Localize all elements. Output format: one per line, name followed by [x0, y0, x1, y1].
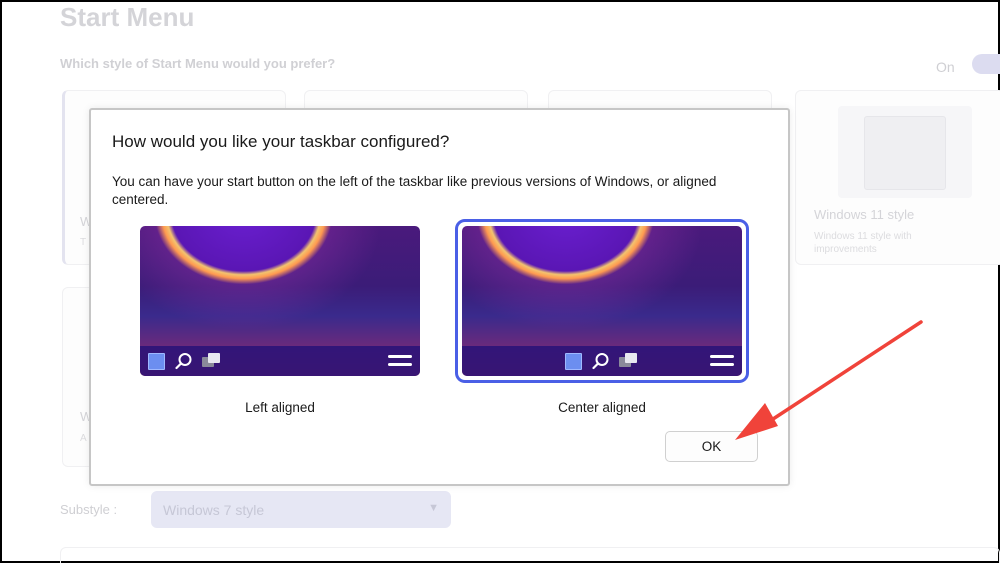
style-card-1-sub: T	[80, 237, 87, 248]
toggle-switch[interactable]	[972, 54, 1000, 74]
substyle-label: Substyle :	[60, 502, 118, 517]
bottom-card	[60, 547, 1000, 563]
taskbar-config-dialog: How would you like your taskbar configur…	[89, 108, 790, 486]
toggle-label: On	[936, 59, 955, 75]
style-card-4-sub: A	[80, 433, 87, 444]
page-title: Start Menu	[60, 2, 195, 32]
menu-icon	[710, 355, 734, 367]
w11-thumbnail-inner	[864, 116, 946, 190]
substyle-select[interactable]: Windows 7 style ▼	[151, 491, 451, 528]
ok-button[interactable]: OK	[665, 431, 758, 462]
task-view-icon	[202, 353, 222, 369]
substyle-value: Windows 7 style	[163, 502, 265, 518]
preview-taskbar-center	[462, 346, 742, 376]
start-icon	[565, 353, 582, 370]
style-question: Which style of Start Menu would you pref…	[60, 56, 336, 71]
center-aligned-preview[interactable]	[462, 226, 742, 376]
dialog-description: You can have your start button on the le…	[112, 174, 717, 207]
w11-card-title: Windows 11 style	[814, 207, 915, 222]
preview-taskbar	[140, 346, 420, 376]
task-view-icon	[619, 353, 639, 369]
left-aligned-preview[interactable]	[140, 226, 420, 376]
center-aligned-label: Center aligned	[558, 400, 646, 415]
search-icon	[175, 353, 192, 370]
left-aligned-label: Left aligned	[245, 400, 315, 415]
start-icon	[148, 353, 165, 370]
dialog-title: How would you like your taskbar configur…	[112, 132, 450, 151]
chevron-down-icon: ▼	[428, 502, 439, 514]
search-icon	[592, 353, 609, 370]
w11-card-sub: Windows 11 style with improvements	[814, 231, 912, 255]
menu-icon	[388, 355, 412, 367]
